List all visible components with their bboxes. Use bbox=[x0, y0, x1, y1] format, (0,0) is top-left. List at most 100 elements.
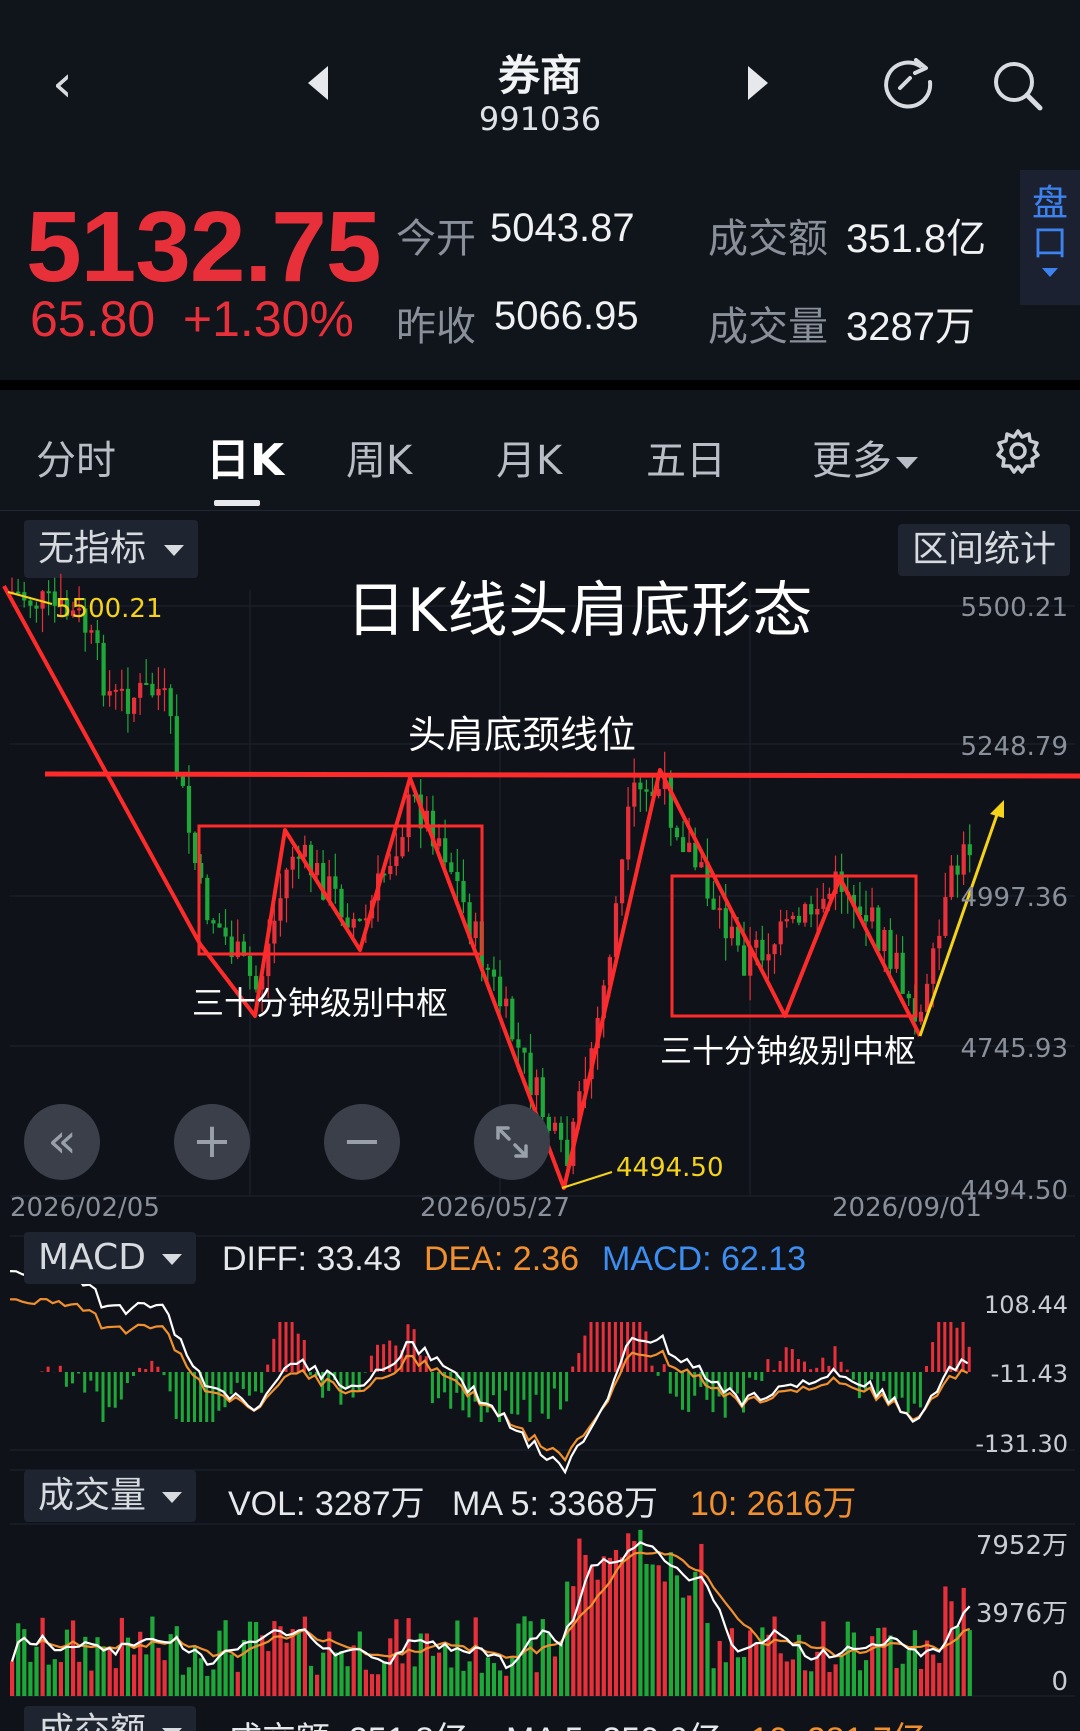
neckline-label: 头肩底颈线位 bbox=[408, 713, 636, 757]
price-axis: 5500.21 5248.79 4997.36 4745.93 4494.50 bbox=[960, 593, 1068, 1206]
volume-bar bbox=[845, 1621, 850, 1696]
previous-stock-icon[interactable] bbox=[308, 66, 328, 100]
macd-histogram-bar bbox=[156, 1366, 160, 1372]
turnover-ma10: 10: 281.7亿 bbox=[750, 1712, 926, 1731]
volume-bar bbox=[589, 1566, 594, 1696]
scroll-left-button[interactable]: « bbox=[24, 1104, 100, 1180]
candle-body bbox=[339, 888, 344, 918]
chevron-down-icon bbox=[1042, 268, 1058, 277]
candle-body bbox=[461, 881, 466, 903]
right-zone-label: 三十分钟级别中枢 bbox=[660, 1032, 916, 1070]
tab-daily-k[interactable]: 日K bbox=[206, 424, 284, 488]
macd-histogram-bar bbox=[687, 1372, 691, 1412]
volume-bar bbox=[790, 1659, 795, 1696]
volume-bar bbox=[912, 1630, 917, 1696]
macd-histogram-bar bbox=[83, 1372, 87, 1393]
macd-histogram-bar bbox=[613, 1322, 617, 1372]
zoom-out-button[interactable]: − bbox=[324, 1104, 400, 1180]
volume-bar bbox=[534, 1672, 539, 1696]
macd-histogram-bar bbox=[644, 1331, 648, 1372]
volume-bar bbox=[28, 1661, 33, 1696]
refresh-icon[interactable] bbox=[882, 58, 938, 118]
tab-monthly-k[interactable]: 月K bbox=[496, 428, 562, 486]
volume-bar bbox=[119, 1617, 124, 1696]
tab-intraday[interactable]: 分时 bbox=[36, 428, 116, 486]
macd-dropdown[interactable]: MACD bbox=[24, 1232, 196, 1284]
macd-histogram-bar bbox=[894, 1372, 898, 1400]
volume-bar bbox=[681, 1597, 686, 1696]
candle-body bbox=[193, 832, 198, 864]
candle-body bbox=[174, 716, 179, 774]
macd-histogram-bar bbox=[522, 1372, 526, 1400]
volume-bar bbox=[931, 1654, 936, 1696]
candle-body bbox=[272, 920, 277, 944]
macd-histogram-bar bbox=[40, 1371, 44, 1372]
volume-bar bbox=[52, 1659, 57, 1696]
volume-bar bbox=[144, 1654, 149, 1696]
date-axis: 2026/02/05 2026/05/27 2026/09/01 bbox=[10, 1193, 982, 1223]
macd-histogram-bar bbox=[784, 1347, 788, 1372]
volume-bar bbox=[601, 1556, 606, 1696]
volume-bar bbox=[961, 1587, 966, 1696]
macd-histogram-bar bbox=[357, 1372, 361, 1391]
candle-body bbox=[168, 688, 173, 717]
candle-body bbox=[95, 630, 100, 643]
volume-bar bbox=[443, 1644, 448, 1696]
volume-bar bbox=[345, 1666, 350, 1696]
macd-histogram-bar bbox=[906, 1372, 910, 1413]
tab-weekly-k[interactable]: 周K bbox=[346, 428, 412, 486]
candle-body bbox=[864, 915, 869, 922]
tab-more[interactable]: 更多 bbox=[812, 428, 918, 486]
volume-bar bbox=[918, 1668, 924, 1696]
macd-histogram-bar bbox=[308, 1372, 312, 1376]
candle-body bbox=[815, 908, 820, 915]
zoom-in-button[interactable]: + bbox=[174, 1104, 250, 1180]
volume-bar bbox=[528, 1621, 533, 1696]
macd-histogram-bar bbox=[900, 1372, 904, 1398]
macd-histogram-bar bbox=[674, 1372, 678, 1397]
candle-body bbox=[455, 872, 460, 882]
volume-bar bbox=[437, 1652, 442, 1696]
tab-five-day[interactable]: 五日 bbox=[646, 428, 726, 486]
candle-body bbox=[540, 1077, 545, 1117]
macd-histogram-bar bbox=[77, 1372, 81, 1374]
turnover-dropdown[interactable]: 成交额 bbox=[24, 1706, 197, 1731]
volume-bar bbox=[406, 1618, 411, 1696]
candle-body bbox=[943, 897, 948, 936]
candle-body bbox=[28, 600, 33, 606]
candle-body bbox=[473, 921, 478, 939]
gear-icon[interactable] bbox=[995, 428, 1041, 478]
volume-dropdown[interactable]: 成交量 bbox=[24, 1470, 197, 1522]
fullscreen-button[interactable] bbox=[474, 1104, 550, 1180]
macd-histogram-bar bbox=[851, 1372, 855, 1380]
kline-chart[interactable]: 5500.21 4494.50 头肩底颈线位 三十分钟级别中枢 三十分钟级别中枢… bbox=[0, 500, 1080, 1730]
volume-bar bbox=[967, 1630, 972, 1696]
volume-bar bbox=[467, 1661, 472, 1696]
candle-body bbox=[125, 688, 131, 714]
volume-bar bbox=[77, 1661, 82, 1696]
macd-histogram-bar bbox=[394, 1345, 398, 1372]
next-stock-icon[interactable] bbox=[748, 66, 768, 100]
macd-histogram-bar bbox=[796, 1359, 800, 1372]
candle-body bbox=[284, 869, 289, 899]
macd-histogram-bar bbox=[241, 1372, 245, 1389]
volume-bar bbox=[803, 1670, 808, 1696]
volume-bar bbox=[760, 1627, 765, 1696]
volume-bar bbox=[199, 1658, 204, 1696]
volume-bar bbox=[882, 1627, 887, 1696]
volume-value: VOL: 3287万 bbox=[228, 1485, 425, 1523]
open-label: 今开 bbox=[396, 216, 476, 262]
volume-bar bbox=[876, 1628, 881, 1696]
back-chevron-icon[interactable]: ‹ bbox=[52, 54, 73, 114]
chevron-down-icon bbox=[162, 1491, 183, 1503]
order-book-toggle[interactable]: 盘口 bbox=[1020, 170, 1080, 305]
change-amount: 65.80 bbox=[30, 291, 156, 347]
volume-bar bbox=[223, 1620, 228, 1696]
volume-bar bbox=[430, 1655, 436, 1696]
macd-histogram-bar bbox=[534, 1372, 538, 1395]
search-icon[interactable] bbox=[990, 58, 1046, 118]
candle-body bbox=[931, 948, 936, 984]
volume-bar bbox=[186, 1667, 192, 1696]
candle-body bbox=[211, 920, 216, 924]
macd-histogram-bar bbox=[949, 1322, 953, 1372]
